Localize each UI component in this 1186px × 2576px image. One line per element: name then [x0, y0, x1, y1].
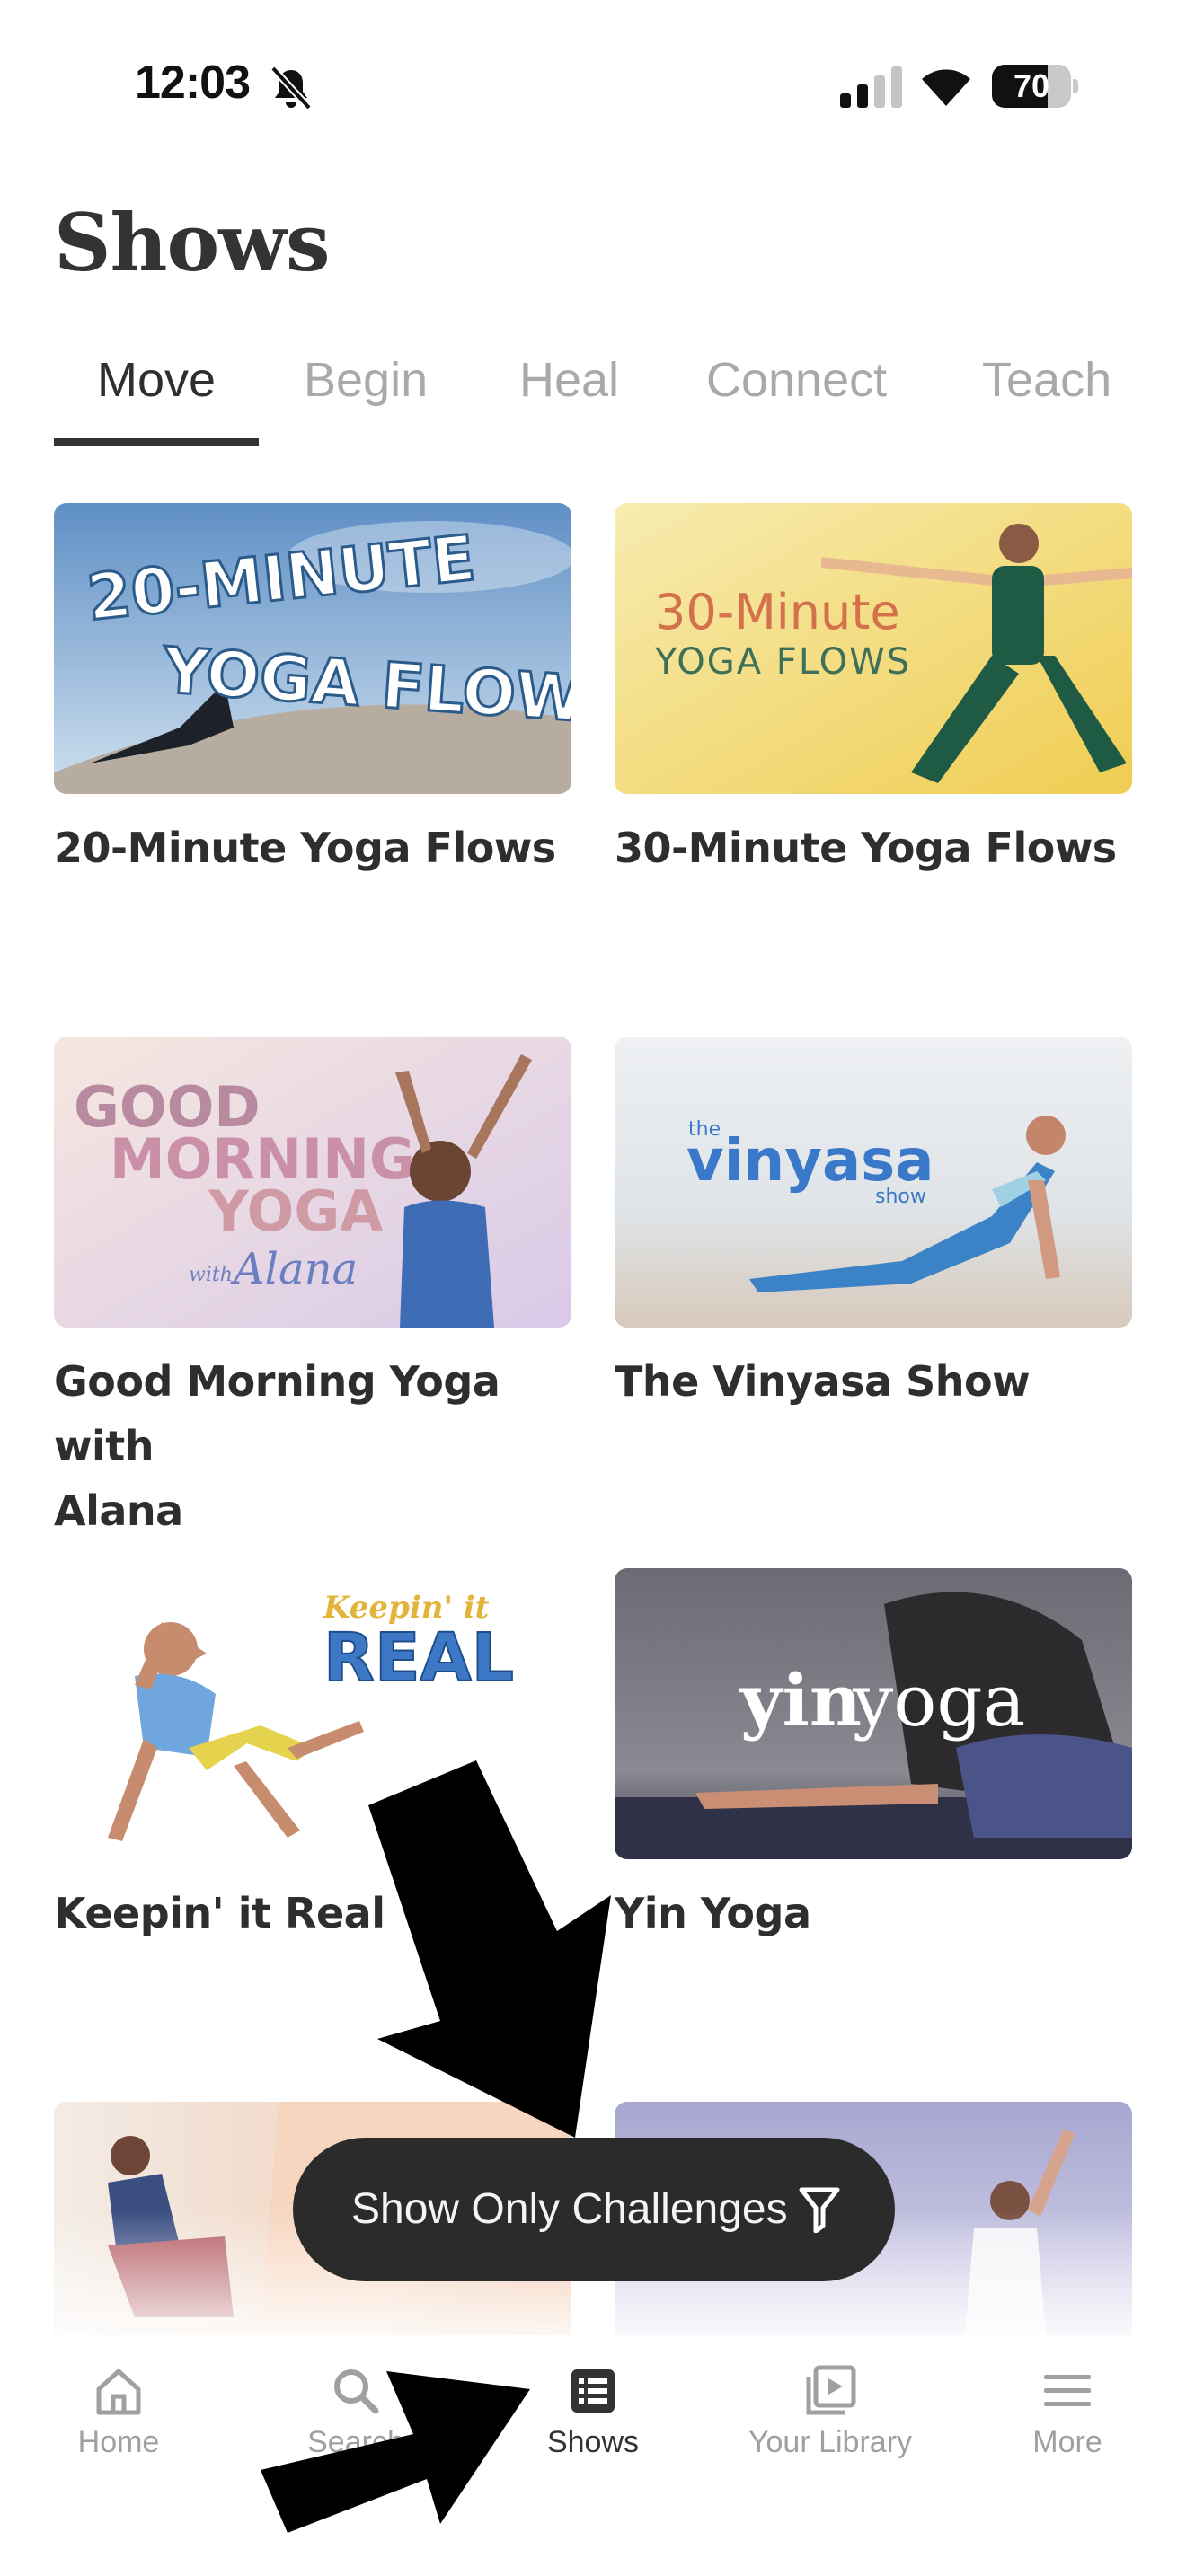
status-bar: 12:03 70 [0, 0, 1186, 171]
shows-icon [571, 2369, 615, 2413]
show-title: 30-Minute Yoga Flows [615, 824, 1117, 872]
svg-text:with: with [189, 1264, 233, 1286]
tabbar-your-library[interactable]: Your Library [712, 2335, 949, 2515]
svg-text:show: show [875, 1186, 926, 1208]
show-thumbnail: yin yoga [615, 1568, 1132, 1859]
show-title: Yin Yoga [615, 1889, 811, 1937]
bottom-tab-bar: Home Search Shows Your Library More [0, 2335, 1186, 2576]
category-tabs: Move Begin Heal Connect Teach [0, 341, 1186, 449]
show-thumbnail: GOOD MORNING YOGA with Alana [54, 1037, 571, 1328]
filter-pill-label: Show Only Challenges [351, 2185, 788, 2233]
svg-text:YOGA: YOGA [208, 1178, 383, 1244]
library-icon [806, 2365, 856, 2415]
tabbar-label: Your Library [748, 2425, 913, 2459]
tab-move[interactable]: Move [97, 352, 216, 408]
tabbar-label: Search [307, 2425, 404, 2459]
svg-text:30-Minute: 30-Minute [655, 584, 900, 640]
show-thumbnail: Keepin' it REAL [54, 1568, 571, 1859]
tabbar-home[interactable]: Home [0, 2335, 237, 2515]
svg-text:vinyasa: vinyasa [686, 1128, 934, 1195]
show-thumbnail: 30-Minute YOGA FLOWS [615, 503, 1132, 794]
search-icon [334, 2369, 379, 2414]
show-title-line-2: Alana [54, 1486, 183, 1535]
show-title: Good Morning Yoga with Alana [54, 1349, 575, 1543]
tabbar-more[interactable]: More [949, 2335, 1186, 2515]
svg-text:REAL: REAL [323, 1619, 514, 1697]
tabbar-shows[interactable]: Shows [474, 2335, 712, 2515]
tab-heal[interactable]: Heal [519, 352, 619, 408]
svg-text:yoga: yoga [852, 1659, 1025, 1742]
show-thumbnail: 20-MINUTE YOGA FLOWS [54, 503, 571, 794]
show-title: 20-Minute Yoga Flows [54, 824, 556, 872]
show-title: The Vinyasa Show [615, 1357, 1031, 1406]
status-time: 12:03 [135, 57, 251, 109]
home-icon [96, 2369, 141, 2415]
tabbar-label: More [1032, 2425, 1102, 2459]
show-title-line-1: Good Morning Yoga with [54, 1357, 500, 1470]
battery-percent: 70 [1013, 67, 1050, 104]
silent-bell-icon [270, 66, 312, 110]
wifi-icon [922, 69, 970, 106]
show-thumbnail: the vinyasa show [615, 1037, 1132, 1328]
show-only-challenges-button[interactable]: Show Only Challenges [293, 2138, 895, 2281]
active-tab-indicator [54, 438, 259, 446]
svg-text:Alana: Alana [230, 1244, 358, 1294]
menu-icon [1044, 2375, 1091, 2406]
tabbar-label: Shows [546, 2425, 640, 2459]
svg-text:yin: yin [739, 1658, 862, 1742]
page-title: Shows [54, 196, 331, 289]
battery-indicator: 70 [992, 65, 1078, 108]
tabbar-label: Home [77, 2425, 160, 2459]
cellular-signal-icon [840, 66, 902, 108]
svg-text:YOGA FLOWS: YOGA FLOWS [654, 641, 911, 683]
tab-teach[interactable]: Teach [982, 352, 1111, 408]
tab-begin[interactable]: Begin [304, 352, 428, 408]
tab-connect[interactable]: Connect [706, 352, 887, 408]
tabbar-search[interactable]: Search [237, 2335, 474, 2515]
show-title: Keepin' it Real [54, 1889, 385, 1937]
filter-icon [799, 2187, 840, 2233]
